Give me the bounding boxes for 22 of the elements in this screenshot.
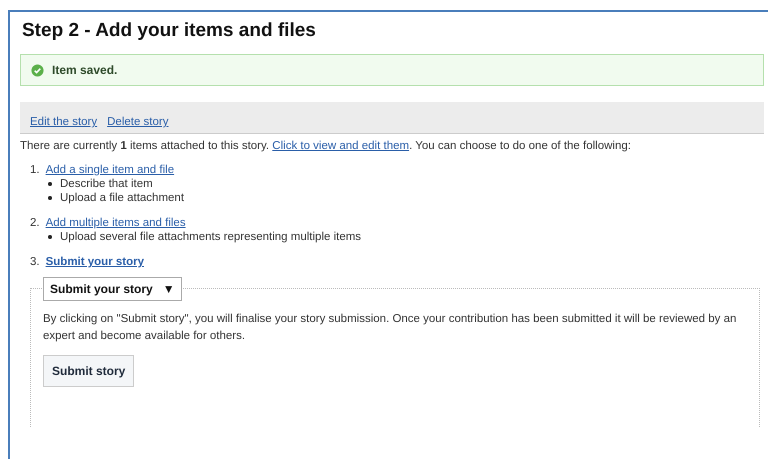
option-link[interactable]: Add multiple items and files [46, 217, 186, 229]
check-icon [31, 64, 44, 76]
option-link[interactable]: Submit your story [46, 256, 144, 268]
view-items-link[interactable]: Click to view and edit them [272, 140, 410, 152]
action-link[interactable]: Delete story [107, 116, 168, 128]
submit-button[interactable]: Submit story [43, 355, 134, 387]
page-heading: Step 2 - Add your items and files [22, 20, 317, 42]
option-detail: Upload several file attachments representing multiple items [60, 231, 362, 243]
bullet-icon [48, 196, 52, 200]
option-detail: Upload a file attachment [60, 192, 184, 204]
intro-text: There are currently 1 items attached to this story. Click to view and edit them. You can choose to do one of the following: [20, 140, 632, 152]
option-link[interactable]: Add a single item and file [46, 164, 174, 176]
bullet-icon [48, 235, 52, 239]
option-number: 1. [30, 164, 40, 176]
submit-description: By clicking on "Submit story", you will finalise your story submission. Once your contribution has been submitted it will be reviewed by an expert and become available for others. [43, 312, 738, 344]
message-text: Item saved. [52, 63, 118, 77]
action-link[interactable]: Edit the story [30, 116, 98, 128]
option-number: 3. [30, 256, 40, 268]
section-toggle[interactable]: Submit your story ▼ [43, 277, 182, 301]
bullet-icon [48, 182, 52, 186]
option-detail: Describe that item [60, 178, 153, 190]
option-number: 2. [30, 217, 40, 229]
